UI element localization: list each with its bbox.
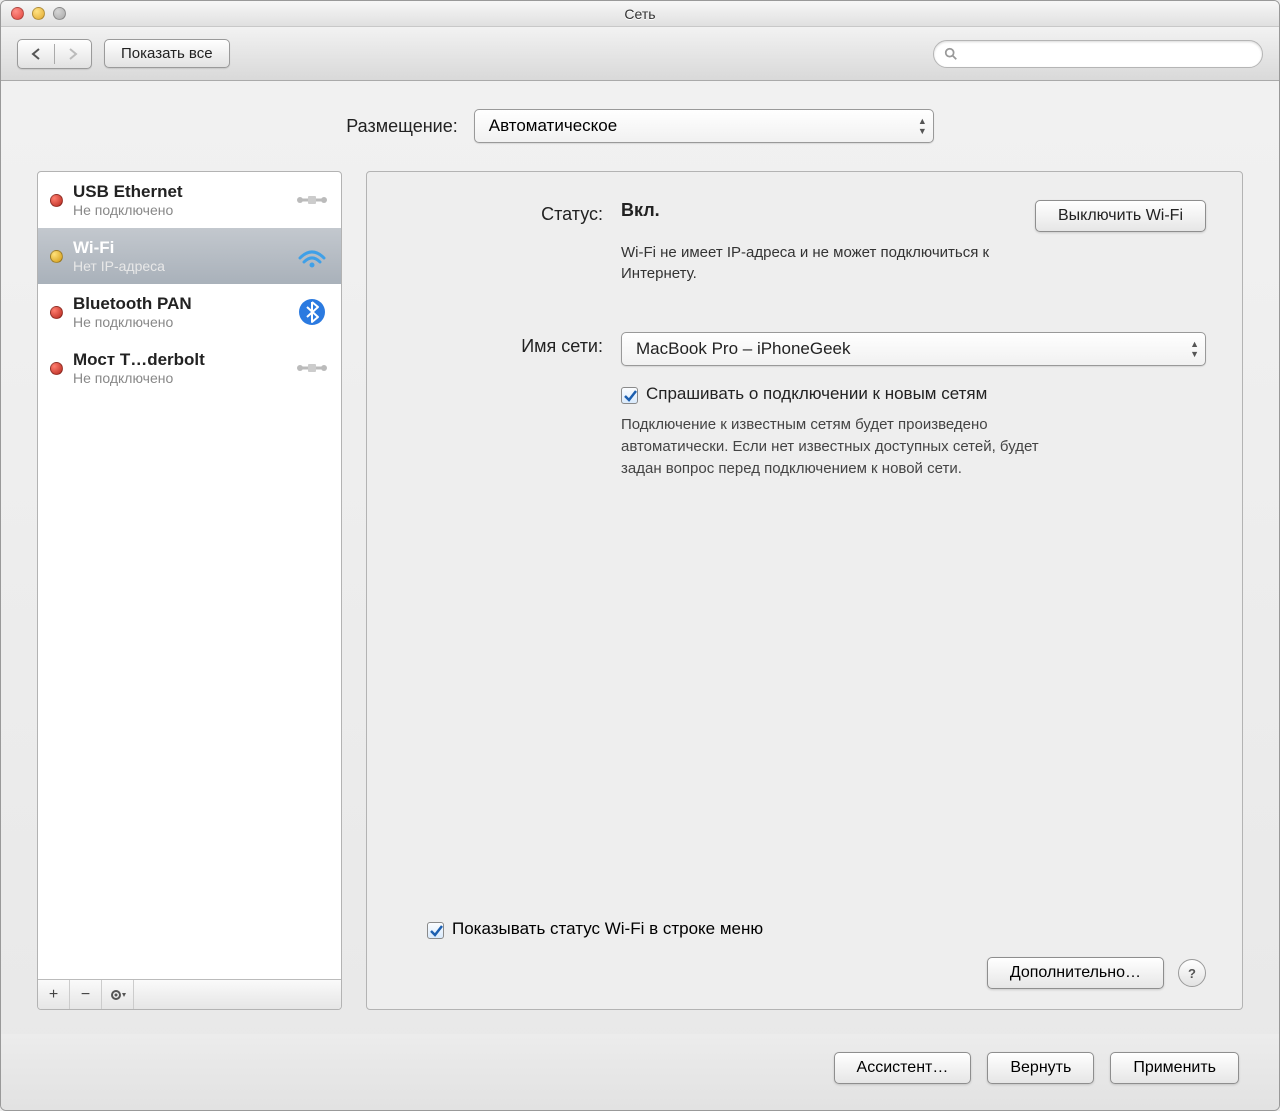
wifi-icon (295, 242, 329, 270)
status-label: Статус: (403, 200, 603, 284)
chevron-right-icon (68, 48, 78, 60)
status-dot-icon (50, 194, 63, 207)
updown-arrows-icon: ▲▼ (918, 116, 927, 136)
status-value: Вкл. (621, 200, 660, 221)
search-field[interactable] (933, 40, 1263, 68)
network-name-label: Имя сети: (403, 332, 603, 366)
status-dot-icon (50, 250, 63, 263)
status-description: Wi-Fi не имеет IP-адреса и не может подк… (621, 242, 1021, 284)
service-status: Не подключено (73, 370, 285, 386)
service-item-thunderbolt[interactable]: Мост T…derbolt Не подключено (38, 340, 341, 396)
advanced-button[interactable]: Дополнительно… (987, 957, 1164, 989)
bluetooth-icon (295, 298, 329, 326)
service-status: Нет IP-адреса (73, 258, 285, 274)
ask-join-label: Спрашивать о подключении к новым сетям (646, 384, 987, 404)
search-icon (944, 47, 958, 61)
location-row: Размещение: Автоматическое ▲▼ (37, 109, 1243, 143)
ethernet-icon (295, 186, 329, 214)
location-label: Размещение: (346, 116, 457, 137)
network-name-value: MacBook Pro – iPhoneGeek (636, 339, 851, 359)
network-name-popup[interactable]: MacBook Pro – iPhoneGeek ▲▼ (621, 332, 1206, 366)
location-value: Автоматическое (489, 116, 617, 136)
ethernet-icon (295, 354, 329, 382)
service-item-wifi[interactable]: Wi-Fi Нет IP-адреса (38, 228, 341, 284)
nav-forward-button[interactable] (55, 48, 91, 60)
toolbar: Показать все (1, 27, 1279, 81)
help-button[interactable]: ? (1178, 959, 1206, 987)
status-dot-icon (50, 362, 63, 375)
revert-button[interactable]: Вернуть (987, 1052, 1094, 1084)
location-popup[interactable]: Автоматическое ▲▼ (474, 109, 934, 143)
ask-join-help: Подключение к известным сетям будет прои… (621, 414, 1041, 479)
services-sidebar: USB Ethernet Не подключено Wi-Fi Нет IP-… (37, 171, 342, 1010)
service-status: Не подключено (73, 314, 285, 330)
detail-panel: Статус: Вкл. Выключить Wi-Fi Wi-Fi не им… (366, 171, 1243, 1010)
remove-service-button[interactable]: − (70, 980, 102, 1009)
service-name: USB Ethernet (73, 182, 285, 202)
show-menubar-label: Показывать статус Wi-Fi в строке меню (452, 919, 763, 939)
checkmark-icon (623, 389, 637, 403)
services-list: USB Ethernet Не подключено Wi-Fi Нет IP-… (38, 172, 341, 979)
network-preferences-window: Сеть Показать все Размещение: Автоматиче… (0, 0, 1280, 1111)
ask-join-checkbox[interactable] (621, 387, 638, 404)
add-service-button[interactable]: + (38, 980, 70, 1009)
service-name: Мост T…derbolt (73, 350, 285, 370)
wifi-toggle-button[interactable]: Выключить Wi-Fi (1035, 200, 1206, 232)
service-name: Bluetooth PAN (73, 294, 285, 314)
checkmark-icon (429, 924, 443, 938)
service-item-usb-ethernet[interactable]: USB Ethernet Не подключено (38, 172, 341, 228)
search-input[interactable] (964, 46, 1252, 62)
window-footer: Ассистент… Вернуть Применить (1, 1034, 1279, 1110)
gear-icon (109, 988, 127, 1002)
updown-arrows-icon: ▲▼ (1190, 339, 1199, 359)
sidebar-footer: + − (38, 979, 341, 1009)
service-status: Не подключено (73, 202, 285, 218)
nav-back-button[interactable] (18, 48, 54, 60)
show-menubar-checkbox[interactable] (427, 922, 444, 939)
service-actions-button[interactable] (102, 980, 134, 1009)
titlebar: Сеть (1, 1, 1279, 27)
nav-back-forward (17, 39, 92, 69)
chevron-left-icon (31, 48, 41, 60)
window-title: Сеть (1, 6, 1279, 22)
status-dot-icon (50, 306, 63, 319)
apply-button[interactable]: Применить (1110, 1052, 1239, 1084)
content-area: Размещение: Автоматическое ▲▼ USB Ethern… (1, 81, 1279, 1034)
service-item-bluetooth[interactable]: Bluetooth PAN Не подключено (38, 284, 341, 340)
service-name: Wi-Fi (73, 238, 285, 258)
show-all-button[interactable]: Показать все (104, 39, 230, 68)
assist-button[interactable]: Ассистент… (834, 1052, 972, 1084)
